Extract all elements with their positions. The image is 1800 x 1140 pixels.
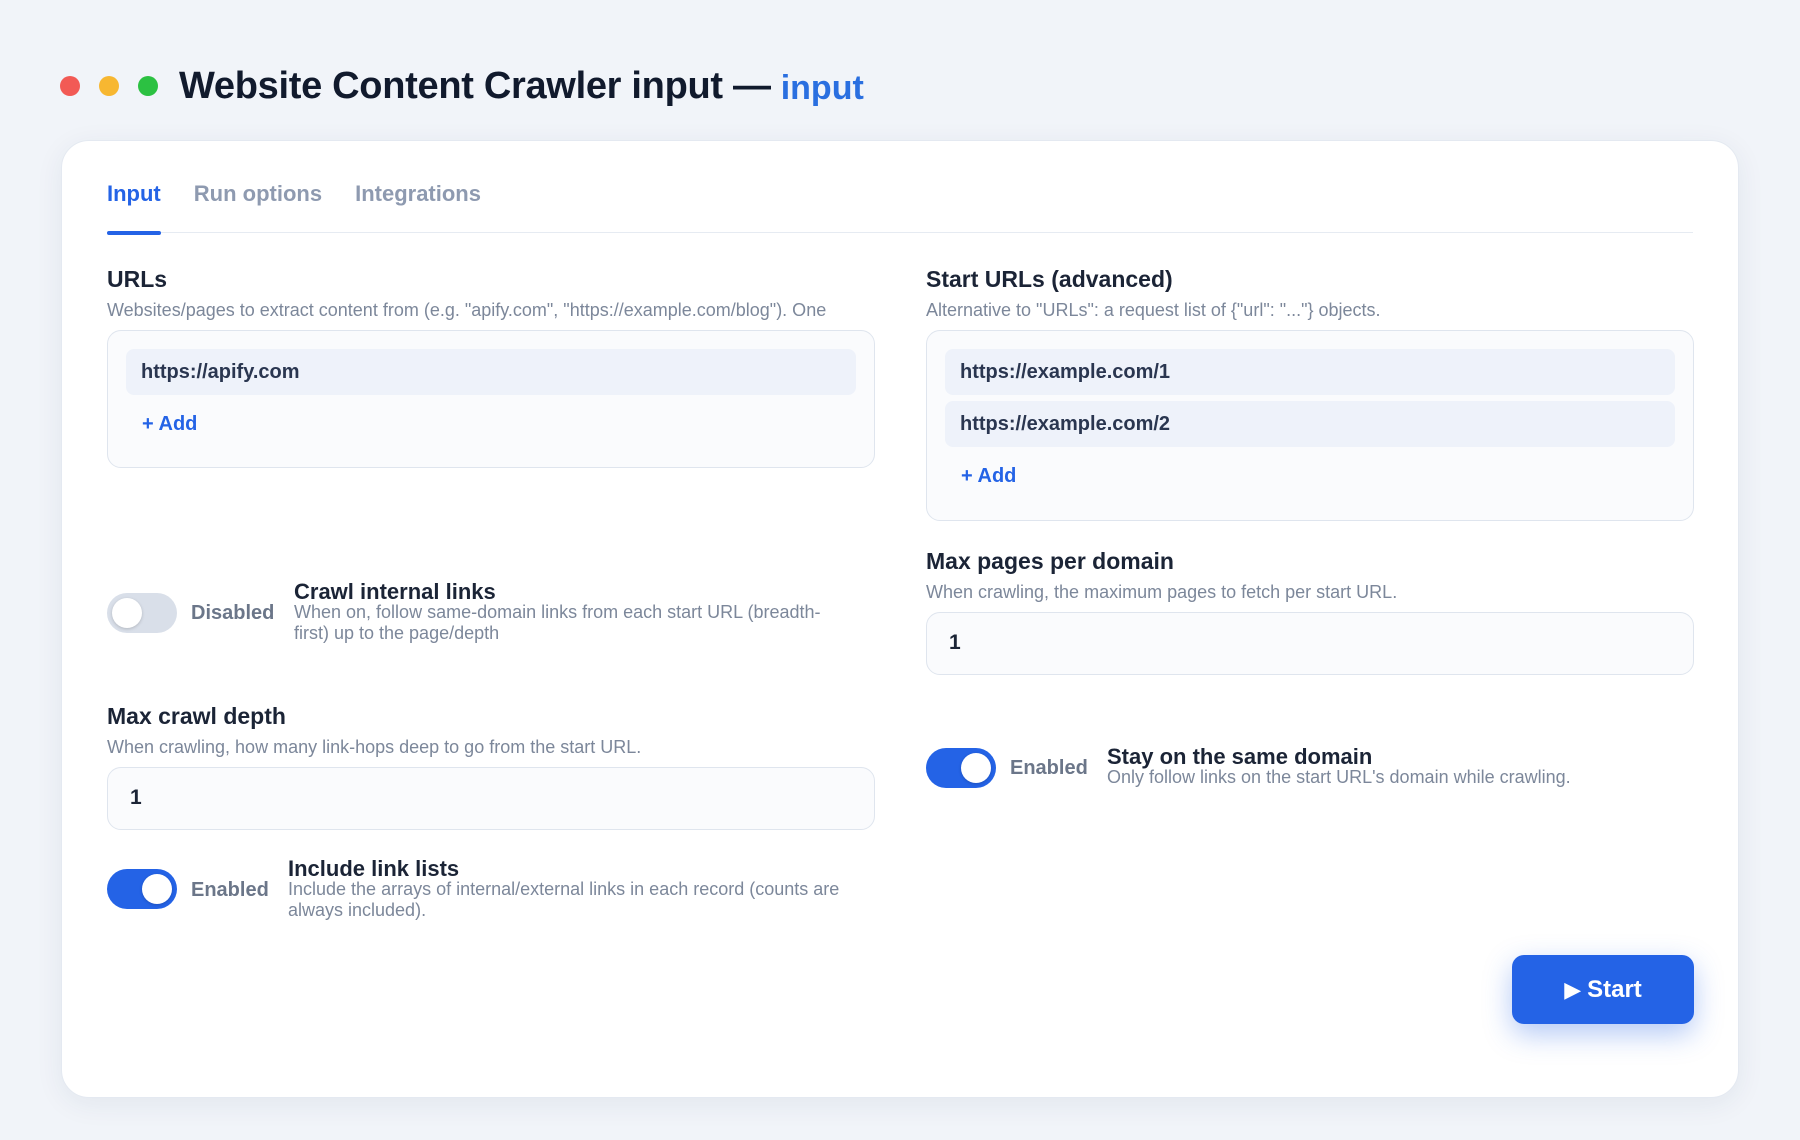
close-window-dot[interactable] [60, 76, 80, 96]
crawl-internal-state: Disabled [191, 602, 275, 624]
tab-integrations[interactable]: Integrations [355, 181, 481, 233]
max-depth-description: When crawling, how many link-hops deep t… [107, 737, 642, 757]
minimize-window-dot[interactable] [99, 76, 119, 96]
input-form-card: Input Run options Integrations URLs Webs… [61, 140, 1739, 1098]
max-depth-label: Max crawl depth [107, 703, 286, 729]
max-pages-input[interactable]: 1 [926, 612, 1694, 675]
crawl-internal-description: When on, follow same-domain links from e… [294, 602, 821, 643]
link-lists-toggle[interactable] [107, 869, 177, 909]
start-urls-description: Alternative to "URLs": a request list of… [926, 300, 1381, 320]
link-lists-description: Include the arrays of internal/external … [288, 879, 840, 920]
same-domain-state: Enabled [1010, 757, 1088, 779]
urls-list: https://apify.com + Add [107, 330, 875, 468]
urls-description: Websites/pages to extract content from (… [107, 300, 827, 320]
start-urls-add-button[interactable]: + Add [961, 465, 1016, 488]
start-button[interactable]: ▶ Start [1512, 955, 1694, 1024]
start-urls-list: https://example.com/1 https://example.co… [926, 330, 1694, 521]
start-urls-label: Start URLs (advanced) [926, 266, 1173, 292]
start-url-item[interactable]: https://example.com/2 [945, 401, 1675, 447]
url-item[interactable]: https://apify.com [126, 349, 856, 395]
start-url-item[interactable]: https://example.com/1 [945, 349, 1675, 395]
max-depth-input[interactable]: 1 [107, 767, 875, 830]
play-icon: ▶ [1564, 976, 1582, 1002]
max-pages-description: When crawling, the maximum pages to fetc… [926, 582, 1398, 602]
tab-bar: Input Run options Integrations [107, 181, 1693, 235]
urls-label: URLs [107, 266, 168, 292]
page-title-suffix: input [780, 68, 864, 107]
crawl-internal-toggle[interactable] [107, 593, 177, 633]
same-domain-description: Only follow links on the start URL's dom… [1107, 767, 1571, 787]
tab-input[interactable]: Input [107, 181, 161, 235]
max-pages-label: Max pages per domain [926, 548, 1174, 574]
urls-add-button[interactable]: + Add [142, 413, 197, 436]
start-button-label: Start [1587, 975, 1642, 1003]
maximize-window-dot[interactable] [138, 76, 158, 96]
link-lists-state: Enabled [191, 879, 269, 901]
toggle-knob [142, 874, 172, 904]
window-header: Website Content Crawler input — input [60, 58, 864, 114]
tab-run-options[interactable]: Run options [194, 181, 322, 233]
page-title: Website Content Crawler input — [179, 64, 771, 107]
same-domain-toggle[interactable] [926, 748, 996, 788]
toggle-knob [112, 598, 142, 628]
toggle-knob [961, 753, 991, 783]
